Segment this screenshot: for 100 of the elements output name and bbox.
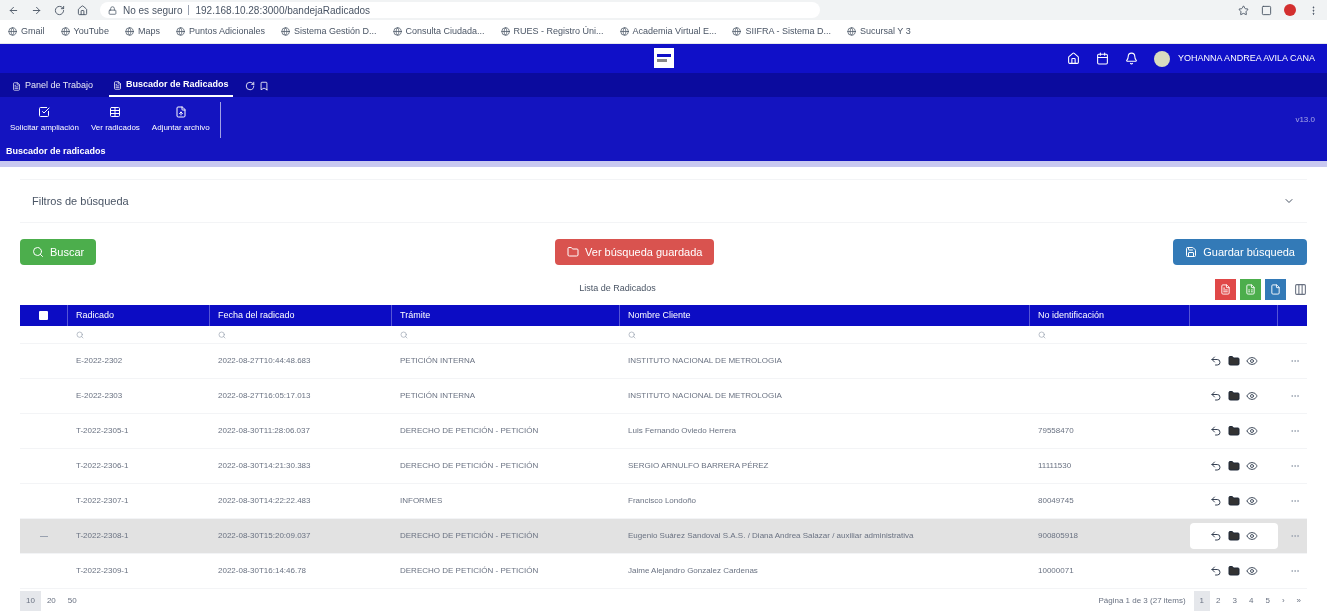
bookmark-icon [8,27,17,36]
table-cell: INFORMES [400,496,443,505]
table-cell: T-2022-2308-1 [76,531,129,540]
table-cell: 2022-08-30T11:28:06.037 [218,426,310,435]
url-text: 192.168.10.28:3000/bandejaRadicados [195,3,371,18]
undo-icon[interactable] [1210,425,1222,437]
view-icon[interactable] [1246,565,1258,577]
table-cell: 2022-08-27T10:44:48.683 [218,356,311,365]
table-cell: 900805918 [1038,531,1079,540]
view-icon[interactable] [1246,390,1258,402]
calendar-icon[interactable] [1096,52,1110,65]
bell-icon[interactable] [1125,52,1139,65]
column-header[interactable]: Trámite [400,308,431,323]
filters-panel[interactable]: Filtros de búsqueda [20,179,1307,223]
profile-avatar[interactable] [1284,4,1296,16]
home-icon[interactable] [77,4,88,16]
toolbar-button[interactable]: Solicitar ampliación [4,106,85,134]
save-icon [1185,246,1198,258]
pdf-export-button[interactable] [1215,278,1236,300]
folder-icon[interactable] [1228,495,1240,507]
back-icon[interactable] [8,4,19,16]
undo-icon[interactable] [1210,460,1222,472]
table-cell: E-2022-2303 [76,391,123,400]
table-title: Lista de Radicados [579,282,656,296]
bookmark-icon [500,27,510,36]
folder-icon[interactable] [1228,460,1240,472]
document-icon [1220,283,1231,295]
bookmark-link[interactable]: Sucursal Y 3 [847,24,911,39]
address-bar[interactable]: No es seguro 192.168.10.28:3000/bandejaRadicados [100,2,820,18]
toolbar-icon [38,106,51,118]
table-row[interactable]: T-2022-2308-1 2022-08-30T15:20:09.037 DERECHO DE PETICIÓN - PETICIÓN Eugenio Suárez Sandoval S.A.S. / Diana Andrea Salazar / auxiliar administrativa 900805918 [20,519,1307,554]
view-icon[interactable] [1246,530,1258,542]
bookmark-link[interactable]: Puntos Adicionales [175,24,265,39]
home-icon[interactable] [1067,52,1081,65]
table-cell: Luis Fernando Oviedo Herrera [628,426,737,435]
page-link[interactable]: 4 [1242,591,1260,611]
column-header[interactable]: Nombre Cliente [628,308,691,323]
page-size-option[interactable]: 50 [61,591,83,611]
page-size-option[interactable]: 20 [40,591,62,611]
column-chooser-icon[interactable] [1294,282,1307,296]
tab[interactable]: Panel de Trabajo [8,75,98,97]
table-cell: 11111530 [1038,461,1072,470]
bookmark-link[interactable]: Maps [124,24,160,39]
column-header[interactable]: No identificación [1038,308,1105,323]
page-link[interactable]: 2 [1210,591,1227,611]
filters-title: Filtros de búsqueda [32,193,129,209]
view-icon[interactable] [1246,460,1258,472]
row-selected-marker [40,535,48,537]
view-icon[interactable] [1246,425,1258,437]
doc-export-button[interactable] [1265,278,1286,300]
user-name[interactable]: YOHANNA ANDREA AVILA CANA [1178,51,1315,66]
user-avatar[interactable] [1154,50,1171,67]
file-icon [1270,283,1281,295]
logo [654,48,674,68]
page-nav-link[interactable]: › [1275,595,1291,607]
save-search-button[interactable]: Guardar búsqueda [1173,239,1307,265]
page-link[interactable]: 3 [1226,591,1243,611]
folder-icon[interactable] [1228,355,1240,367]
column-header[interactable]: Fecha del radicado [218,308,295,323]
table-cell: Francisco Londoño [628,496,697,505]
table-cell: 79558470 [1038,426,1074,435]
undo-icon[interactable] [1210,565,1222,577]
undo-icon[interactable] [1210,390,1222,402]
select-all-checkbox[interactable] [39,311,48,320]
refresh-icon[interactable] [244,81,255,91]
view-icon[interactable] [1246,355,1258,367]
bookmark-link[interactable]: RUES - Registro Úni... [500,24,604,39]
folder-icon[interactable] [1228,390,1240,402]
page-link[interactable]: 5 [1259,591,1276,611]
bookmark-link[interactable]: Consulta Ciudada... [392,24,485,39]
undo-icon[interactable] [1210,530,1222,542]
bookmark-link[interactable]: YouTube [60,24,109,39]
table-cell: DERECHO DE PETICIÓN - PETICIÓN [400,566,539,575]
bookmark-icon [847,27,856,36]
bookmark-link[interactable]: Academia Virtual E... [619,24,717,39]
tab-icon [12,81,21,91]
folder-icon[interactable] [1228,565,1240,577]
bookmark-link[interactable]: Gmail [8,24,45,39]
table-cell: Jaime Alejandro Gonzalez Cardenas [628,566,758,575]
toolbar-button[interactable]: Adjuntar archivo [145,106,216,134]
search-icon [32,246,44,258]
window-icon[interactable] [1261,4,1272,16]
toolbar-button[interactable]: Ver radicados [84,106,146,134]
view-icon[interactable] [1246,495,1258,507]
forward-icon[interactable] [31,4,42,16]
reload-icon[interactable] [54,4,65,16]
saved-search-button[interactable]: Ver búsqueda guardada [555,239,715,265]
folder-icon[interactable] [1228,530,1240,542]
column-header[interactable]: Radicado [76,308,115,323]
undo-icon[interactable] [1210,495,1222,507]
page-nav-link[interactable]: » [1290,595,1307,607]
undo-icon[interactable] [1210,355,1222,367]
bookmark-link[interactable]: SIIFRA - Sistema D... [732,24,831,39]
toolbar-icon [109,106,122,118]
folder-icon[interactable] [1228,425,1240,437]
bookmark-link[interactable]: Sistema Gestión D... [280,24,377,39]
page-size-option[interactable]: 10 [20,591,41,611]
excel-export-button[interactable] [1240,278,1261,300]
star-icon[interactable] [1238,4,1249,16]
page-link[interactable]: 1 [1193,591,1211,611]
